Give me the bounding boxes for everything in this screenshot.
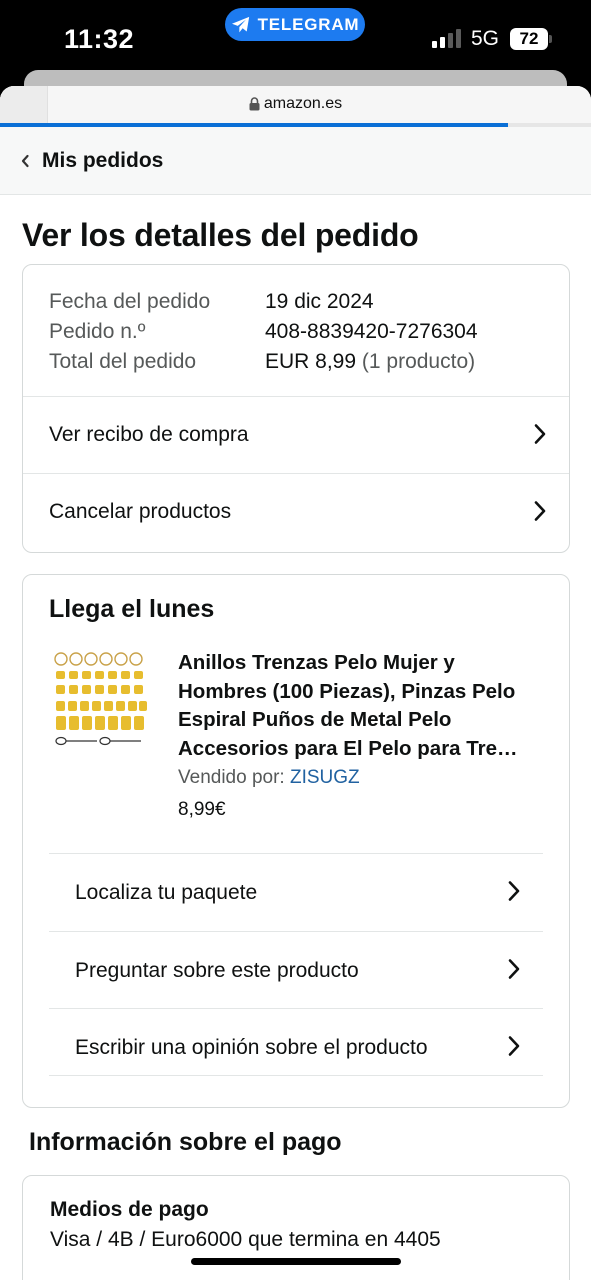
page-load-progress <box>0 123 591 127</box>
seller-link[interactable]: ZISUGZ <box>290 767 360 788</box>
cancel-products-label: Cancelar productos <box>49 500 232 523</box>
telegram-pill[interactable]: TELEGRAM <box>225 8 365 41</box>
status-time: 11:32 <box>64 24 135 54</box>
browser-sheet: amazon.es Mis pedidos Ver los detalles d… <box>0 86 591 1280</box>
back-label: Mis pedidos <box>42 148 164 172</box>
battery-level: 72 <box>519 29 539 48</box>
order-summary-card: Fecha del pedido 19 dic 2024 Pedido n.º … <box>22 264 570 553</box>
product-thumbnail[interactable] <box>53 651 149 751</box>
track-package-label: Localiza tu paquete <box>75 880 258 904</box>
telegram-icon <box>231 16 249 32</box>
chevron-right-icon <box>508 1036 520 1056</box>
ask-product-question-label: Preguntar sobre este producto <box>75 958 359 982</box>
order-date-label: Fecha del pedido <box>49 290 211 313</box>
page-title: Ver los detalles del pedido <box>22 217 419 253</box>
delivery-heading: Llega el lunes <box>49 595 215 623</box>
product-price: 8,99€ <box>178 799 226 820</box>
network-type: 5G <box>471 27 500 50</box>
chevron-right-icon <box>508 959 520 979</box>
status-bar: 11:32 TELEGRAM 5G 72 <box>0 0 591 80</box>
product-title-link[interactable]: Anillos Trenzas Pelo Mujer y Hombres (10… <box>178 649 548 763</box>
order-total-count: (1 producto) <box>361 350 476 373</box>
shipment-card: Llega el lunes Anillos Trenzas Pelo Muje… <box>22 574 570 1108</box>
url-bar[interactable]: amazon.es <box>0 86 591 123</box>
progress-fill <box>0 123 509 127</box>
order-total-label: Total del pedido <box>49 350 197 373</box>
order-number-row: Pedido n.º 408-8839420-7276304 <box>49 317 569 347</box>
view-receipt-link[interactable]: Ver recibo de compra <box>23 396 569 473</box>
write-review-label: Escribir una opinión sobre el producto <box>75 1035 428 1059</box>
battery-nub <box>549 35 552 43</box>
actions-divider <box>49 1075 543 1076</box>
order-total-row: Total del pedido EUR 8,99 (1 producto) <box>49 347 569 377</box>
order-date-row: Fecha del pedido 19 dic 2024 <box>49 287 569 317</box>
payment-section-title: Información sobre el pago <box>29 1128 342 1156</box>
payment-methods-value: Visa / 4B / Euro6000 que termina en 4405 <box>50 1228 441 1251</box>
chevron-left-icon <box>21 154 29 167</box>
order-total-value: EUR 8,99 <box>265 350 357 373</box>
sold-by-label: Vendido por: <box>178 767 285 788</box>
url-text: amazon.es <box>263 95 343 112</box>
signal-icon <box>432 29 461 48</box>
ask-product-question-link[interactable]: Preguntar sobre este producto <box>49 931 543 1009</box>
chevron-right-icon <box>534 501 546 521</box>
seller-line: Vendido por: ZISUGZ <box>178 767 360 789</box>
back-to-orders-bar[interactable]: Mis pedidos <box>0 127 591 195</box>
track-package-link[interactable]: Localiza tu paquete <box>49 853 543 931</box>
order-number-value: 408-8839420-7276304 <box>265 320 478 343</box>
view-receipt-label: Ver recibo de compra <box>49 423 249 446</box>
home-indicator[interactable] <box>191 1258 401 1265</box>
lock-icon <box>249 97 260 111</box>
chevron-right-icon <box>508 881 520 901</box>
cancel-products-link[interactable]: Cancelar productos <box>23 473 569 550</box>
payment-methods-label: Medios de pago <box>50 1198 209 1221</box>
order-number-label: Pedido n.º <box>49 320 146 343</box>
telegram-pill-label: TELEGRAM <box>257 14 360 34</box>
chevron-right-icon <box>534 424 546 444</box>
order-date-value: 19 dic 2024 <box>265 290 374 313</box>
battery-icon: 72 <box>510 28 548 50</box>
